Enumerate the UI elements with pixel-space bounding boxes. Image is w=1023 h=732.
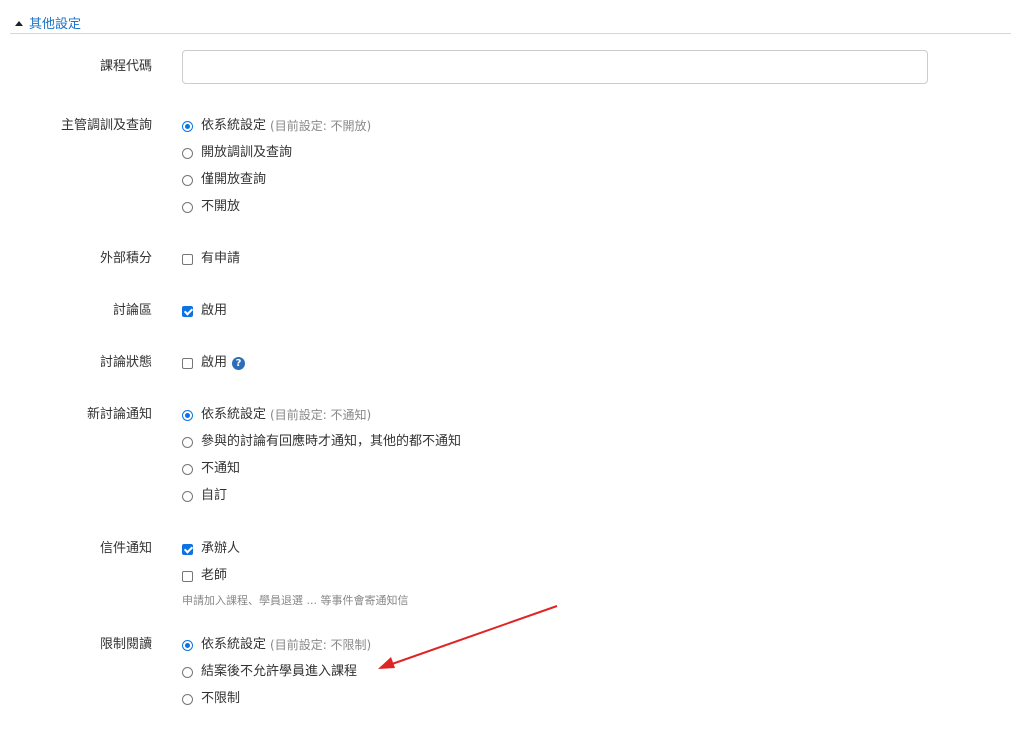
notify-option-none[interactable]: 不通知	[182, 461, 240, 477]
checkbox[interactable]	[182, 570, 193, 582]
course-code-input[interactable]	[182, 50, 928, 84]
option-label: 依系統設定	[201, 407, 267, 422]
option-label: 老師	[201, 568, 228, 583]
radio-button[interactable]	[182, 463, 193, 475]
discussion-label: 討論區	[112, 303, 152, 318]
radio-button[interactable]	[182, 436, 193, 448]
radio-button[interactable]	[182, 147, 193, 159]
annotation-arrow-head	[378, 657, 395, 669]
checkbox[interactable]	[182, 305, 193, 317]
option-label: 結案後不允許學員進入課程	[201, 664, 358, 679]
checkbox[interactable]	[182, 543, 193, 555]
question-circle-icon[interactable]: ?	[232, 356, 246, 370]
discussion-status-option[interactable]: 啟用 ?	[182, 355, 246, 371]
annotation-arrow-shaft	[391, 605, 558, 665]
supervisor-option-open-all[interactable]: 開放調訓及查詢	[182, 145, 292, 161]
option-label: 啟用	[201, 355, 228, 370]
option-label: 開放調訓及查詢	[201, 145, 293, 160]
restrict-option-no-entry-after-close[interactable]: 結案後不允許學員進入課程	[182, 664, 357, 680]
option-note: (目前設定: 不限制)	[270, 638, 372, 652]
option-label: 承辦人	[201, 541, 241, 556]
external-credit-label: 外部積分	[99, 251, 152, 266]
supervisor-option-query-only[interactable]: 僅開放查詢	[182, 172, 266, 188]
mail-notify-label: 信件通知	[99, 541, 152, 556]
discussion-status-label: 討論狀態	[99, 355, 152, 370]
mail-notify-option-teacher[interactable]: 老師	[182, 568, 227, 584]
restrict-reading-label: 限制閱讀	[99, 637, 152, 652]
option-label: 不通知	[201, 461, 241, 476]
option-note: (目前設定: 不通知)	[270, 408, 372, 422]
option-label: 僅開放查詢	[201, 172, 267, 187]
restrict-option-system[interactable]: 依系統設定 (目前設定: 不限制)	[182, 637, 371, 653]
option-label: 自訂	[201, 488, 228, 503]
section-header: 其他設定	[10, 8, 1011, 34]
checkbox[interactable]	[182, 253, 193, 265]
supervisor-label: 主管調訓及查詢	[60, 118, 152, 133]
annotation-arrow-icon	[378, 605, 558, 669]
supervisor-option-closed[interactable]: 不開放	[182, 199, 240, 215]
external-credit-option[interactable]: 有申請	[182, 251, 240, 267]
radio-button[interactable]	[182, 490, 193, 502]
radio-button[interactable]	[182, 639, 193, 651]
option-label: 不限制	[201, 691, 241, 706]
option-note: (目前設定: 不開放)	[270, 119, 372, 133]
option-label: 啟用	[201, 303, 228, 318]
supervisor-option-system[interactable]: 依系統設定 (目前設定: 不開放)	[182, 118, 371, 134]
section-toggle[interactable]: 其他設定	[15, 13, 81, 32]
notify-option-custom[interactable]: 自訂	[182, 488, 227, 504]
restrict-option-unlimited[interactable]: 不限制	[182, 691, 240, 707]
notify-option-system[interactable]: 依系統設定 (目前設定: 不通知)	[182, 407, 371, 423]
option-label: 有申請	[201, 251, 241, 266]
radio-button[interactable]	[182, 409, 193, 421]
mail-notify-help-text: 申請加入課程、學員退選 ... 等事件會寄通知信	[182, 594, 409, 607]
new-discussion-notify-label: 新討論通知	[86, 407, 152, 422]
radio-button[interactable]	[182, 666, 193, 678]
mail-notify-option-handler[interactable]: 承辦人	[182, 541, 240, 557]
radio-button[interactable]	[182, 201, 193, 213]
section-title: 其他設定	[29, 17, 82, 32]
option-label: 依系統設定	[201, 637, 267, 652]
checkbox[interactable]	[182, 357, 193, 369]
radio-button[interactable]	[182, 174, 193, 186]
notify-option-on-reply[interactable]: 參與的討論有回應時才通知，其他的都不通知	[182, 434, 461, 450]
option-label: 依系統設定	[201, 118, 267, 133]
radio-button[interactable]	[182, 120, 193, 132]
course-code-label: 課程代碼	[99, 59, 152, 74]
option-label: 不開放	[201, 199, 241, 214]
discussion-enable-option[interactable]: 啟用	[182, 303, 227, 319]
option-label: 參與的討論有回應時才通知，其他的都不通知	[201, 434, 462, 449]
caret-up-icon	[15, 20, 23, 26]
radio-button[interactable]	[182, 693, 193, 705]
